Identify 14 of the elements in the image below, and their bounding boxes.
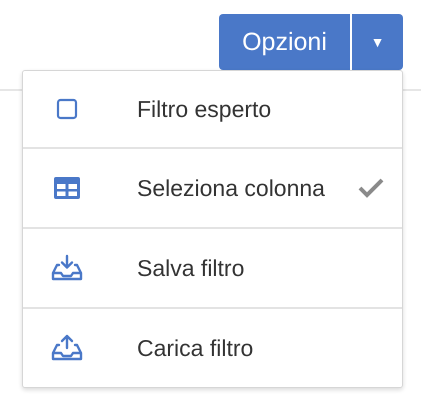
menu-item[interactable]: Carica filtro	[23, 307, 402, 387]
square-icon	[56, 98, 78, 120]
table-icon	[53, 176, 81, 200]
menu-item[interactable]: Salva filtro	[23, 227, 402, 307]
options-button[interactable]: Opzioni	[219, 14, 350, 70]
inbox-upload-icon	[51, 334, 83, 362]
menu-item-label: Filtro esperto	[137, 96, 272, 122]
inbox-download-icon	[51, 254, 83, 282]
menu-item-label: Seleziona colonna	[137, 174, 326, 202]
menu-item[interactable]: Seleziona colonna	[23, 147, 402, 227]
dropdown-toggle[interactable]: ▼	[352, 14, 403, 70]
menu-item[interactable]: Filtro esperto	[23, 71, 402, 147]
menu-item-label: Salva filtro	[137, 254, 246, 282]
menu-item-label: Carica filtro	[137, 334, 254, 362]
